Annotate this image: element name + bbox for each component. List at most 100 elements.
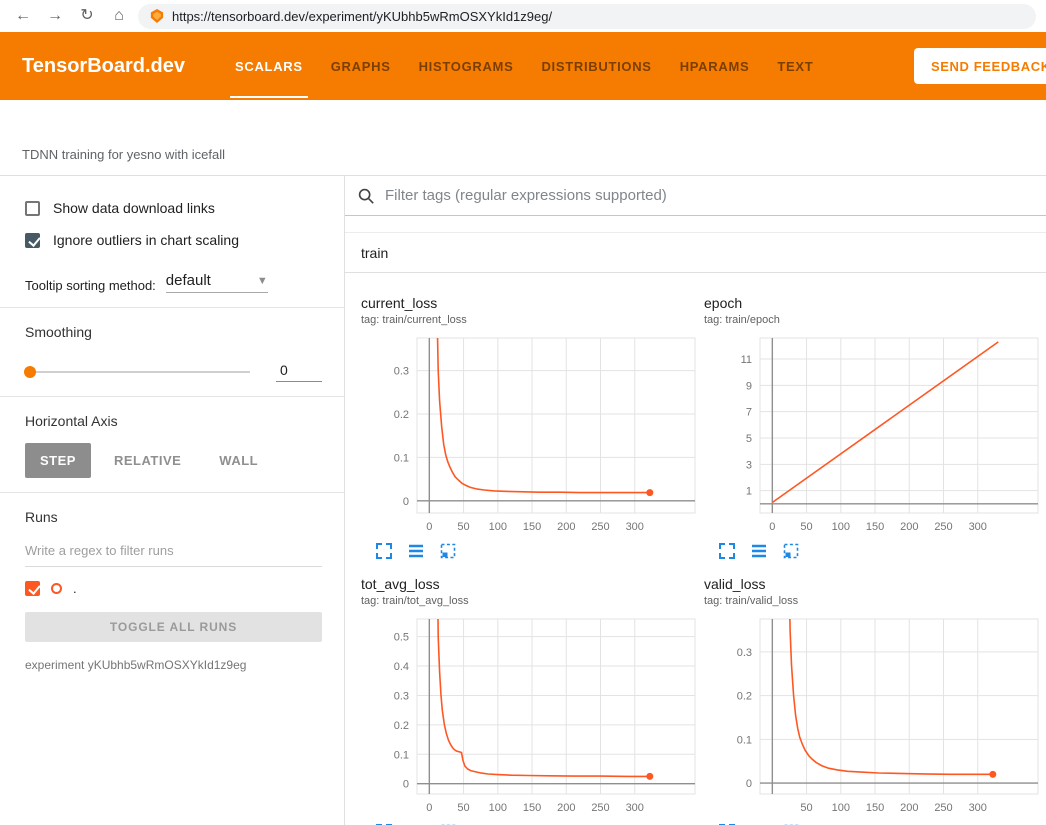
svg-text:100: 100 (832, 521, 850, 533)
smoothing-value[interactable]: 0 (276, 362, 322, 382)
svg-text:200: 200 (900, 802, 918, 814)
svg-text:250: 250 (591, 802, 609, 814)
chevron-down-icon: ▼ (257, 275, 268, 287)
fit-domain-icon[interactable] (439, 542, 457, 560)
divider (0, 396, 344, 397)
svg-text:0.3: 0.3 (737, 647, 752, 659)
chart-plot[interactable]: 00.10.20.3050100150200250300 (361, 333, 697, 539)
address-bar[interactable]: https://tensorboard.dev/experiment/yKUbh… (138, 4, 1036, 29)
chart-toolbar (718, 542, 1040, 560)
svg-text:200: 200 (557, 802, 575, 814)
search-icon (357, 187, 375, 205)
tooltip-sorting-dropdown[interactable]: default ▼ (166, 272, 268, 293)
svg-text:200: 200 (557, 521, 575, 533)
runs-filter-input[interactable] (25, 537, 322, 567)
chart-tag: tag: train/current_loss (361, 314, 697, 326)
train-card: train current_loss tag: train/current_lo… (345, 232, 1046, 825)
svg-text:300: 300 (626, 802, 644, 814)
svg-text:0: 0 (746, 778, 752, 790)
chart-plot[interactable]: 00.10.20.30.40.5050100150200250300 (361, 614, 697, 820)
svg-text:50: 50 (457, 802, 469, 814)
toggle-all-runs-button[interactable]: TOGGLE ALL RUNS (25, 612, 322, 642)
tooltip-sorting-row: Tooltip sorting method: default ▼ (25, 272, 322, 293)
reload-icon[interactable]: ↻ (74, 8, 100, 24)
horizontal-axis-label: Horizontal Axis (25, 413, 322, 429)
chart-current-loss: current_loss tag: train/current_loss 00.… (361, 295, 697, 560)
svg-text:300: 300 (969, 802, 987, 814)
tab-text[interactable]: TEXT (763, 32, 827, 100)
header-tabs: SCALARS GRAPHS HISTOGRAMS DISTRIBUTIONS … (221, 32, 827, 100)
expand-chart-icon[interactable] (718, 542, 736, 560)
svg-text:100: 100 (489, 521, 507, 533)
run-row[interactable]: . (25, 581, 322, 596)
smoothing-slider[interactable] (25, 371, 250, 373)
svg-text:150: 150 (866, 521, 884, 533)
tab-distributions[interactable]: DISTRIBUTIONS (527, 32, 665, 100)
data-series-icon[interactable] (750, 542, 768, 560)
run-checkbox-icon[interactable] (25, 581, 40, 596)
svg-text:0: 0 (403, 779, 409, 791)
runs-label: Runs (25, 509, 322, 525)
tab-hparams[interactable]: HPARAMS (666, 32, 764, 100)
tab-histograms[interactable]: HISTOGRAMS (405, 32, 528, 100)
expand-chart-icon[interactable] (375, 542, 393, 560)
svg-text:0.4: 0.4 (394, 661, 409, 673)
svg-text:0: 0 (426, 802, 432, 814)
ignore-outliers-checkbox[interactable]: Ignore outliers in chart scaling (25, 232, 322, 248)
fit-domain-icon[interactable] (782, 542, 800, 560)
svg-text:0.3: 0.3 (394, 690, 409, 702)
svg-text:11: 11 (741, 354, 752, 366)
svg-text:1: 1 (746, 486, 752, 498)
brand-logo[interactable]: TensorBoard.dev (22, 55, 185, 78)
dropdown-value: default (166, 272, 211, 289)
browser-chrome: ← → ↻ ⌂ https://tensorboard.dev/experime… (0, 0, 1046, 32)
svg-text:0.2: 0.2 (394, 409, 409, 421)
chart-epoch: epoch tag: train/epoch 13579110501001502… (704, 295, 1040, 560)
settings-sidebar: Show data download links Ignore outliers… (0, 176, 345, 825)
url-text: https://tensorboard.dev/experiment/yKUbh… (172, 9, 552, 24)
main-panel: train current_loss tag: train/current_lo… (345, 176, 1046, 825)
tooltip-sorting-label: Tooltip sorting method: (25, 278, 156, 293)
svg-text:9: 9 (746, 380, 752, 392)
back-icon[interactable]: ← (10, 8, 36, 24)
tag-filter-input[interactable] (385, 187, 1034, 204)
send-feedback-button[interactable]: SEND FEEDBACK (914, 48, 1046, 84)
svg-text:100: 100 (489, 802, 507, 814)
experiment-title-row: TDNN training for yesno with icefall (0, 100, 1046, 176)
chart-valid-loss: valid_loss tag: train/valid_loss 00.10.2… (704, 576, 1040, 825)
svg-text:150: 150 (866, 802, 884, 814)
tab-scalars[interactable]: SCALARS (221, 32, 317, 100)
relative-button[interactable]: RELATIVE (99, 443, 196, 478)
content: Show data download links Ignore outliers… (0, 176, 1046, 825)
chart-tag: tag: train/valid_loss (704, 595, 1040, 607)
svg-text:150: 150 (523, 521, 541, 533)
chart-tot-avg-loss: tot_avg_loss tag: train/tot_avg_loss 00.… (361, 576, 697, 825)
forward-icon[interactable]: → (42, 8, 68, 24)
chart-plot[interactable]: 00.10.20.350100150200250300 (704, 614, 1040, 820)
home-icon[interactable]: ⌂ (106, 8, 132, 24)
chart-tag: tag: train/epoch (704, 314, 1040, 326)
svg-text:0.1: 0.1 (394, 749, 409, 761)
svg-text:0: 0 (403, 496, 409, 508)
svg-text:0.2: 0.2 (394, 720, 409, 732)
tab-graphs[interactable]: GRAPHS (317, 32, 405, 100)
charts-grid: current_loss tag: train/current_loss 00.… (345, 273, 1046, 825)
chart-toolbar (375, 542, 697, 560)
svg-text:7: 7 (746, 407, 752, 419)
chart-tag: tag: train/tot_avg_loss (361, 595, 697, 607)
divider (0, 492, 344, 493)
svg-text:50: 50 (800, 802, 812, 814)
svg-text:250: 250 (934, 521, 952, 533)
wall-button[interactable]: WALL (204, 443, 273, 478)
slider-thumb[interactable] (24, 366, 36, 378)
checkbox-unchecked-icon (25, 201, 40, 216)
tag-filter-row (345, 176, 1046, 216)
smoothing-slider-row: 0 (25, 362, 322, 382)
svg-text:0.1: 0.1 (737, 734, 752, 746)
train-section-header[interactable]: train (345, 233, 1046, 273)
data-series-icon[interactable] (407, 542, 425, 560)
step-button[interactable]: STEP (25, 443, 91, 478)
chart-plot[interactable]: 1357911050100150200250300 (704, 333, 1040, 539)
show-download-links-checkbox[interactable]: Show data download links (25, 200, 322, 216)
svg-text:0.5: 0.5 (394, 632, 409, 644)
